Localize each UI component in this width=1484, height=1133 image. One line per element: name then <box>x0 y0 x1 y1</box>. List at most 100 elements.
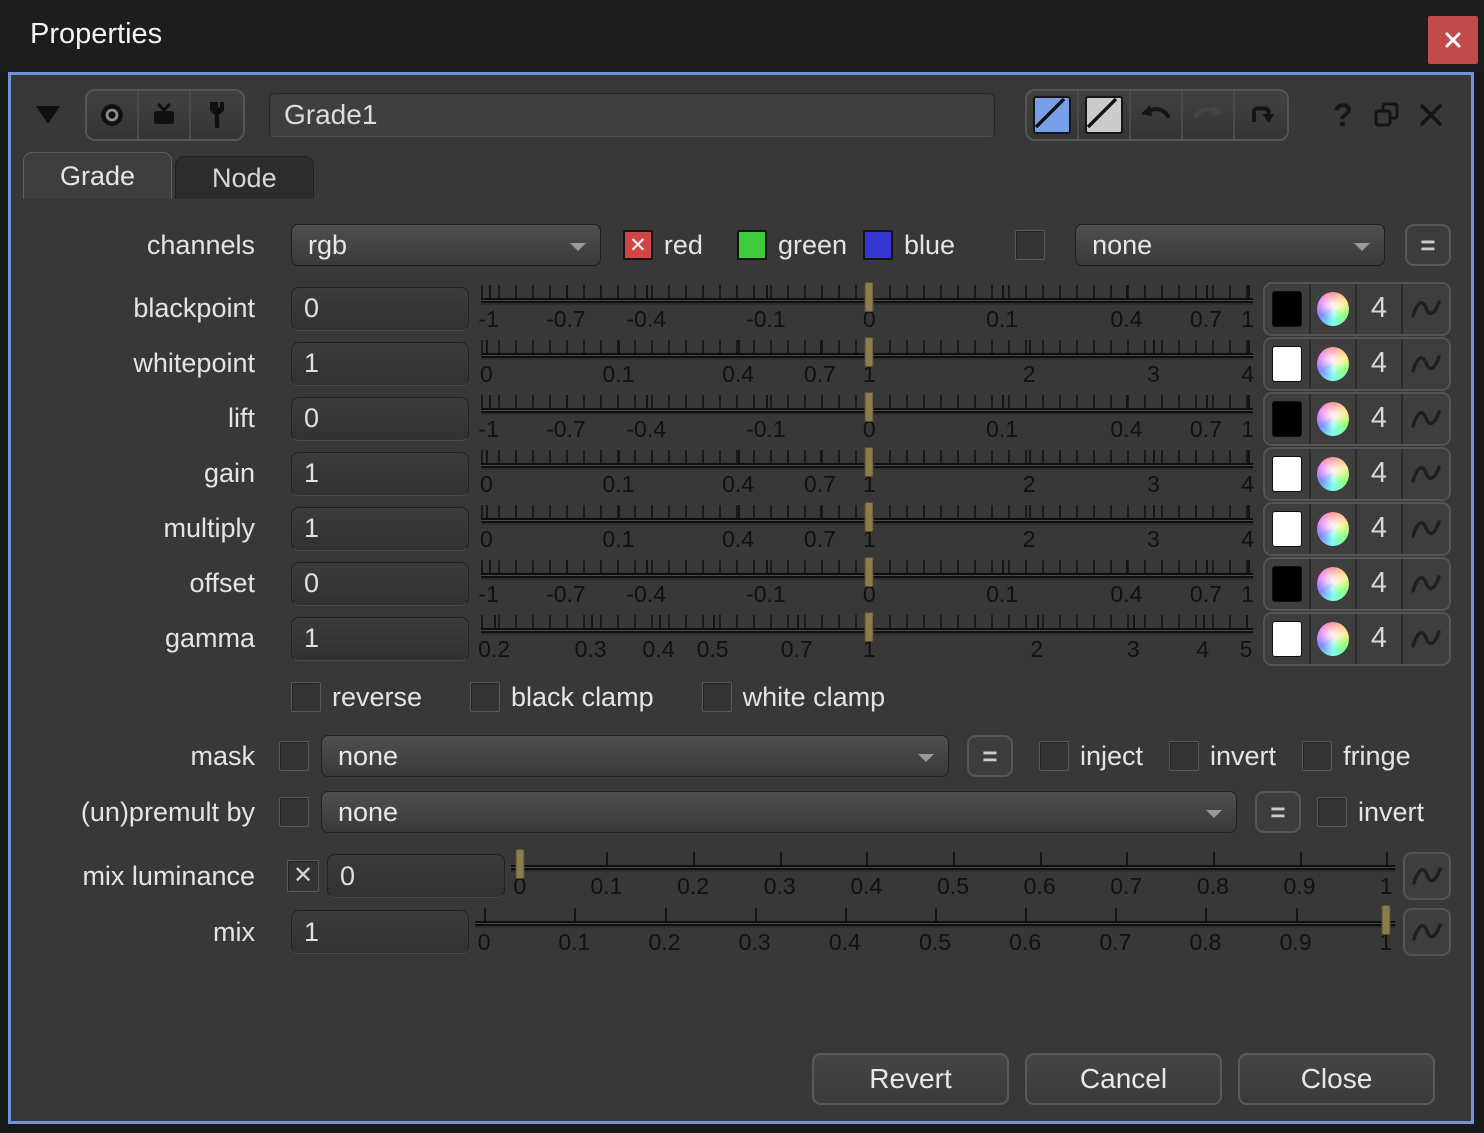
color-wheel-button[interactable] <box>1311 558 1357 609</box>
slider-handle[interactable] <box>864 282 874 312</box>
slider-handle[interactable] <box>1381 905 1391 935</box>
slider-handle[interactable] <box>864 612 874 642</box>
monitor-button[interactable] <box>139 91 191 139</box>
slider-handle[interactable] <box>515 849 525 879</box>
parameter-value-input[interactable] <box>291 506 469 551</box>
premult-dropdown-value: none <box>338 796 399 827</box>
window-close-button[interactable] <box>1428 16 1478 64</box>
green-channel-checkbox[interactable] <box>736 230 767 260</box>
split-channels-button[interactable]: 4 <box>1357 558 1403 609</box>
tab-grade[interactable]: Grade <box>23 152 173 199</box>
split-channels-button[interactable]: 4 <box>1357 338 1403 389</box>
animation-curve-button[interactable] <box>1403 393 1449 444</box>
parameter-slider[interactable]: 0 0.1 0.4 0.7 1 2 3 4 <box>480 336 1254 391</box>
color-swatch-button[interactable] <box>1265 503 1311 554</box>
float-panel-button[interactable] <box>1365 92 1409 138</box>
parameter-value-input[interactable] <box>291 341 469 386</box>
split-channels-button[interactable]: 4 <box>1357 613 1403 664</box>
mix-slider[interactable]: 0 0.1 0.2 0.3 0.4 0.5 0.6 0.7 0.8 0.9 1 <box>475 904 1395 960</box>
split-channels-button[interactable]: 4 <box>1357 448 1403 499</box>
close-icon <box>1419 103 1443 127</box>
animation-curve-button[interactable] <box>1403 448 1449 499</box>
fringe-checkbox[interactable] <box>1302 741 1333 771</box>
slider-handle[interactable] <box>864 447 874 477</box>
parameter-slider[interactable]: -1 -0.7 -0.4 -0.1 0 0.1 0.4 0.7 1 <box>478 391 1254 446</box>
redo-button[interactable] <box>1183 91 1235 139</box>
mask-equals-button[interactable]: = <box>967 735 1013 777</box>
mix-value-input[interactable] <box>291 910 469 954</box>
parameter-slider[interactable]: -1 -0.7 -0.4 -0.1 0 0.1 0.4 0.7 1 <box>478 281 1254 336</box>
red-channel-checkbox[interactable]: ✕ <box>622 230 653 260</box>
animation-curve-button[interactable] <box>1403 613 1449 664</box>
black-clamp-checkbox[interactable] <box>470 682 501 712</box>
animation-curve-button[interactable] <box>1403 503 1449 554</box>
color-swatch-button[interactable] <box>1265 393 1311 444</box>
parameter-slider[interactable]: -1 -0.7 -0.4 -0.1 0 0.1 0.4 0.7 1 <box>478 556 1254 611</box>
node-name-input[interactable] <box>269 93 995 137</box>
color-swatch-button[interactable] <box>1265 338 1311 389</box>
color-swatch-button[interactable] <box>1265 558 1311 609</box>
mix-value-input[interactable] <box>327 854 505 898</box>
premult-equals-button[interactable]: = <box>1255 791 1301 833</box>
wrench-button[interactable] <box>191 91 243 139</box>
color-wheel-button[interactable] <box>1311 448 1357 499</box>
help-button[interactable]: ? <box>1321 92 1365 138</box>
channels-dropdown[interactable]: rgb <box>291 224 601 266</box>
slider-handle[interactable] <box>864 557 874 587</box>
split-channels-button[interactable]: 4 <box>1357 393 1403 444</box>
color-swatch-button[interactable] <box>1265 448 1311 499</box>
extra-channels-dropdown[interactable]: none <box>1075 224 1385 266</box>
collapse-panel-button[interactable] <box>25 92 71 138</box>
parameter-value-input[interactable] <box>291 451 469 496</box>
color-wheel-button[interactable] <box>1311 613 1357 664</box>
animation-curve-button[interactable] <box>1403 338 1449 389</box>
cancel-button[interactable]: Cancel <box>1025 1053 1222 1105</box>
foreground-color-button[interactable] <box>1027 91 1079 139</box>
parameter-slider[interactable]: 0 0.1 0.4 0.7 1 2 3 4 <box>480 501 1254 556</box>
revert-button[interactable]: Revert <box>812 1053 1009 1105</box>
mix-slider[interactable]: 0 0.1 0.2 0.3 0.4 0.5 0.6 0.7 0.8 0.9 1 <box>511 848 1395 904</box>
premult-checkbox[interactable] <box>279 797 309 827</box>
animation-curve-button[interactable] <box>1403 852 1451 900</box>
slider-handle[interactable] <box>864 392 874 422</box>
mix-enable-checkbox[interactable]: ✕ <box>287 860 319 892</box>
extra-channel-checkbox[interactable] <box>1015 230 1046 260</box>
parameter-value-input[interactable] <box>291 396 469 441</box>
mask-dropdown[interactable]: none <box>321 735 949 777</box>
center-node-button[interactable] <box>87 91 139 139</box>
color-wheel-button[interactable] <box>1311 393 1357 444</box>
color-wheel-button[interactable] <box>1311 503 1357 554</box>
parameter-slider[interactable]: 0 0.1 0.4 0.7 1 2 3 4 <box>480 446 1254 501</box>
tab-node[interactable]: Node <box>175 156 314 199</box>
parameter-value-input[interactable] <box>291 286 469 331</box>
inject-checkbox[interactable] <box>1039 741 1069 771</box>
channels-equals-button[interactable]: = <box>1404 224 1451 266</box>
split-channels-button[interactable]: 4 <box>1357 503 1403 554</box>
slider-handle[interactable] <box>864 337 874 367</box>
mask-checkbox[interactable] <box>279 741 309 771</box>
white-clamp-checkbox[interactable] <box>701 682 732 712</box>
animation-curve-button[interactable] <box>1403 558 1449 609</box>
reverse-checkbox[interactable] <box>291 682 321 712</box>
background-color-button[interactable] <box>1079 91 1131 139</box>
slider-handle[interactable] <box>864 502 874 532</box>
split-channels-button[interactable]: 4 <box>1357 283 1403 334</box>
color-swatch-button[interactable] <box>1265 283 1311 334</box>
slider-ticks <box>475 908 1395 921</box>
parameter-slider[interactable]: 0.2 0.3 0.4 0.5 0.7 1 2 3 4 5 <box>478 611 1253 666</box>
revert-state-button[interactable] <box>1235 91 1287 139</box>
premult-dropdown[interactable]: none <box>321 791 1237 833</box>
premult-invert-checkbox[interactable] <box>1317 797 1347 827</box>
parameter-value-input[interactable] <box>291 616 469 661</box>
invert-mask-checkbox[interactable] <box>1169 741 1200 771</box>
color-wheel-button[interactable] <box>1311 283 1357 334</box>
close-panel-button[interactable] <box>1409 92 1453 138</box>
close-button[interactable]: Close <box>1238 1053 1435 1105</box>
animation-curve-button[interactable] <box>1403 283 1449 334</box>
color-swatch-button[interactable] <box>1265 613 1311 664</box>
color-wheel-button[interactable] <box>1311 338 1357 389</box>
animation-curve-button[interactable] <box>1403 908 1451 956</box>
undo-button[interactable] <box>1131 91 1183 139</box>
parameter-value-input[interactable] <box>291 561 469 606</box>
blue-channel-checkbox[interactable] <box>863 230 894 260</box>
